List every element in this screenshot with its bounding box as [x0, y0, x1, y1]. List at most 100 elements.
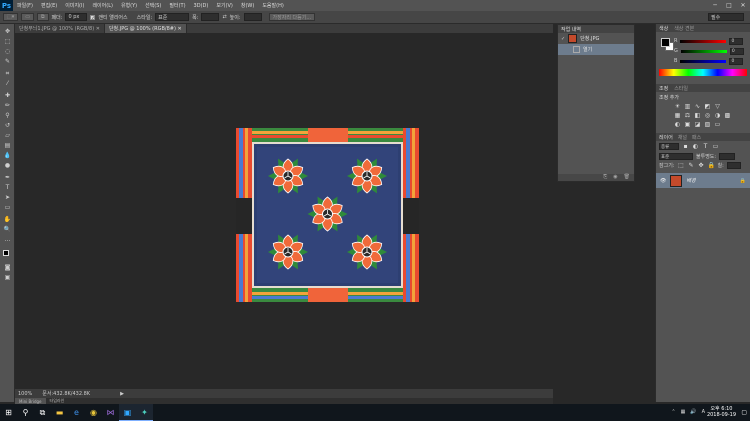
tray-arrow-icon[interactable]: ⌃ [671, 409, 675, 415]
zoom-level[interactable]: 100% [18, 391, 32, 397]
move-tool-icon[interactable]: ✥ [3, 28, 12, 36]
quick-mask-icon[interactable]: ◙ [3, 264, 12, 272]
shape-tool-icon[interactable]: ▭ [3, 204, 12, 212]
tab-document-2[interactable]: 단청.JPG @ 100% (RGB/8#) ✕ [104, 24, 187, 33]
tool-preset-picker[interactable]: ⬚▾ [3, 13, 19, 21]
path-select-tool-icon[interactable]: ➤ [3, 194, 12, 202]
photo-filter-icon[interactable]: ◎ [704, 112, 711, 119]
hue-icon[interactable]: ▦ [674, 112, 681, 119]
quick-select-tool-icon[interactable]: ✎ [3, 58, 12, 66]
menu-view[interactable]: 보기(V) [212, 2, 237, 9]
marquee-tool-icon[interactable]: ⬚ [3, 38, 12, 46]
camera-icon[interactable]: ◉ [613, 174, 617, 181]
tab-color[interactable]: 색상 [659, 25, 668, 32]
tab-styles[interactable]: 스타일 [674, 85, 688, 92]
antialias-checkbox[interactable]: ✓ [90, 14, 96, 20]
filter-type-icon[interactable]: T [702, 143, 709, 150]
balance-icon[interactable]: ⚖ [684, 112, 691, 119]
red-value[interactable]: 0 [729, 37, 744, 45]
refine-edge-button[interactable]: 가장자리 다듬기... [268, 13, 316, 21]
brush-tool-icon[interactable]: ✏ [3, 102, 12, 110]
lock-all-icon[interactable]: 🔒 [708, 162, 715, 169]
foreground-color-swatch[interactable] [3, 250, 9, 256]
menu-layer[interactable]: 레이어(L) [88, 2, 117, 9]
red-slider[interactable] [680, 39, 727, 43]
type-tool-icon[interactable]: T [3, 184, 12, 192]
opacity-input[interactable] [719, 153, 736, 160]
color-spectrum[interactable] [659, 69, 747, 76]
notification-icon[interactable]: ▢ [741, 409, 747, 416]
tab-adjustments[interactable]: 조정 [659, 85, 668, 92]
history-snapshot[interactable]: ✓ 단청.JPG [558, 33, 634, 44]
menu-select[interactable]: 선택(S) [141, 2, 165, 9]
swap-icon[interactable]: ⇄ [222, 14, 226, 20]
tab-channels[interactable]: 채널 [678, 134, 687, 141]
brush-source-icon[interactable]: ✓ [561, 36, 565, 42]
status-menu-arrow-icon[interactable]: ▶ [120, 391, 124, 397]
invert-icon[interactable]: ◐ [674, 121, 681, 128]
new-selection-icon[interactable]: ▭ [21, 13, 34, 21]
brightness-icon[interactable]: ☀ [674, 103, 681, 110]
menu-edit[interactable]: 편집(E) [37, 2, 61, 9]
selective-color-icon[interactable]: ▧ [704, 121, 711, 128]
new-document-icon[interactable]: ⎘ [603, 174, 607, 181]
file-explorer-icon[interactable]: ▬ [51, 404, 68, 421]
zoom-tool-icon[interactable]: 🔍 [3, 226, 12, 234]
chrome-icon[interactable]: ◉ [85, 404, 102, 421]
volume-icon[interactable]: 🔊 [690, 409, 696, 415]
menu-window[interactable]: 창(W) [237, 2, 258, 9]
layer-row-background[interactable]: 👁 배경 🔒 [656, 173, 750, 188]
gradient-map-icon[interactable]: ▭ [714, 121, 721, 128]
history-panel-title[interactable]: 작업 내역 [558, 25, 634, 33]
exposure-icon[interactable]: ◩ [704, 103, 711, 110]
photoshop-taskbar-icon[interactable]: ▣ [119, 404, 136, 421]
lock-pixels-icon[interactable]: ⬚ [678, 162, 685, 169]
eraser-tool-icon[interactable]: ▱ [3, 132, 12, 140]
menu-filter[interactable]: 필터(T) [165, 2, 189, 9]
search-icon[interactable]: ⚲ [17, 404, 34, 421]
blur-tool-icon[interactable]: 💧 [3, 152, 12, 160]
workspace-select[interactable]: 필수 [708, 13, 744, 21]
feather-input[interactable]: 0 px [65, 13, 88, 21]
style-select[interactable]: 표준 [155, 13, 190, 21]
healing-tool-icon[interactable]: ✚ [3, 92, 12, 100]
hand-tool-icon[interactable]: ✋ [3, 216, 12, 224]
stamp-tool-icon[interactable]: ⚲ [3, 112, 12, 120]
menu-3d[interactable]: 3D(D) [190, 3, 213, 9]
layer-kind-select[interactable]: 종류 [659, 143, 679, 150]
minimize-button[interactable]: ─ [708, 0, 722, 11]
tab-document-1[interactable]: 단청무늬1.JPG @ 100% (RGB/8) ✕ [15, 24, 105, 33]
visual-studio-icon[interactable]: ⋈ [102, 404, 119, 421]
bw-icon[interactable]: ◧ [694, 112, 701, 119]
visibility-eye-icon[interactable]: 👁 [660, 178, 666, 184]
app-taskbar-icon[interactable]: ✦ [136, 404, 153, 421]
filter-shape-icon[interactable]: ▭ [712, 143, 719, 150]
curves-icon[interactable]: ∿ [694, 103, 701, 110]
dodge-tool-icon[interactable]: ● [3, 162, 12, 170]
levels-icon[interactable]: ▥ [684, 103, 691, 110]
filter-pixel-icon[interactable]: ▪ [682, 143, 689, 150]
lasso-tool-icon[interactable]: ◌ [3, 48, 12, 56]
filter-adjust-icon[interactable]: ◐ [692, 143, 699, 150]
width-input[interactable] [201, 13, 220, 21]
maximize-button[interactable]: □ [722, 0, 736, 11]
ime-icon[interactable]: A [702, 409, 705, 415]
blue-slider[interactable] [680, 59, 727, 63]
trash-icon[interactable]: 🗑 [624, 174, 630, 181]
menu-file[interactable]: 파일(F) [13, 2, 37, 9]
pen-tool-icon[interactable]: ✒ [3, 174, 12, 182]
windows-start-icon[interactable]: ⊞ [0, 404, 17, 421]
blend-mode-select[interactable]: 표준 [659, 153, 693, 160]
lookup-icon[interactable]: ▩ [724, 112, 731, 119]
add-selection-icon[interactable]: ⧉ [36, 13, 49, 21]
lock-paint-icon[interactable]: ✎ [688, 162, 695, 169]
close-button[interactable]: ✕ [736, 0, 750, 11]
task-view-icon[interactable]: ⧉ [34, 404, 51, 421]
tab-swatches[interactable]: 색상 견본 [674, 25, 694, 32]
blue-value[interactable]: 0 [729, 57, 744, 65]
tab-layers[interactable]: 레이어 [659, 134, 673, 141]
gradient-tool-icon[interactable]: ▤ [3, 142, 12, 150]
screen-mode-icon[interactable]: ▣ [3, 274, 12, 282]
eyedropper-tool-icon[interactable]: ⁄ [3, 80, 12, 88]
history-step[interactable]: 열기 [558, 44, 634, 55]
